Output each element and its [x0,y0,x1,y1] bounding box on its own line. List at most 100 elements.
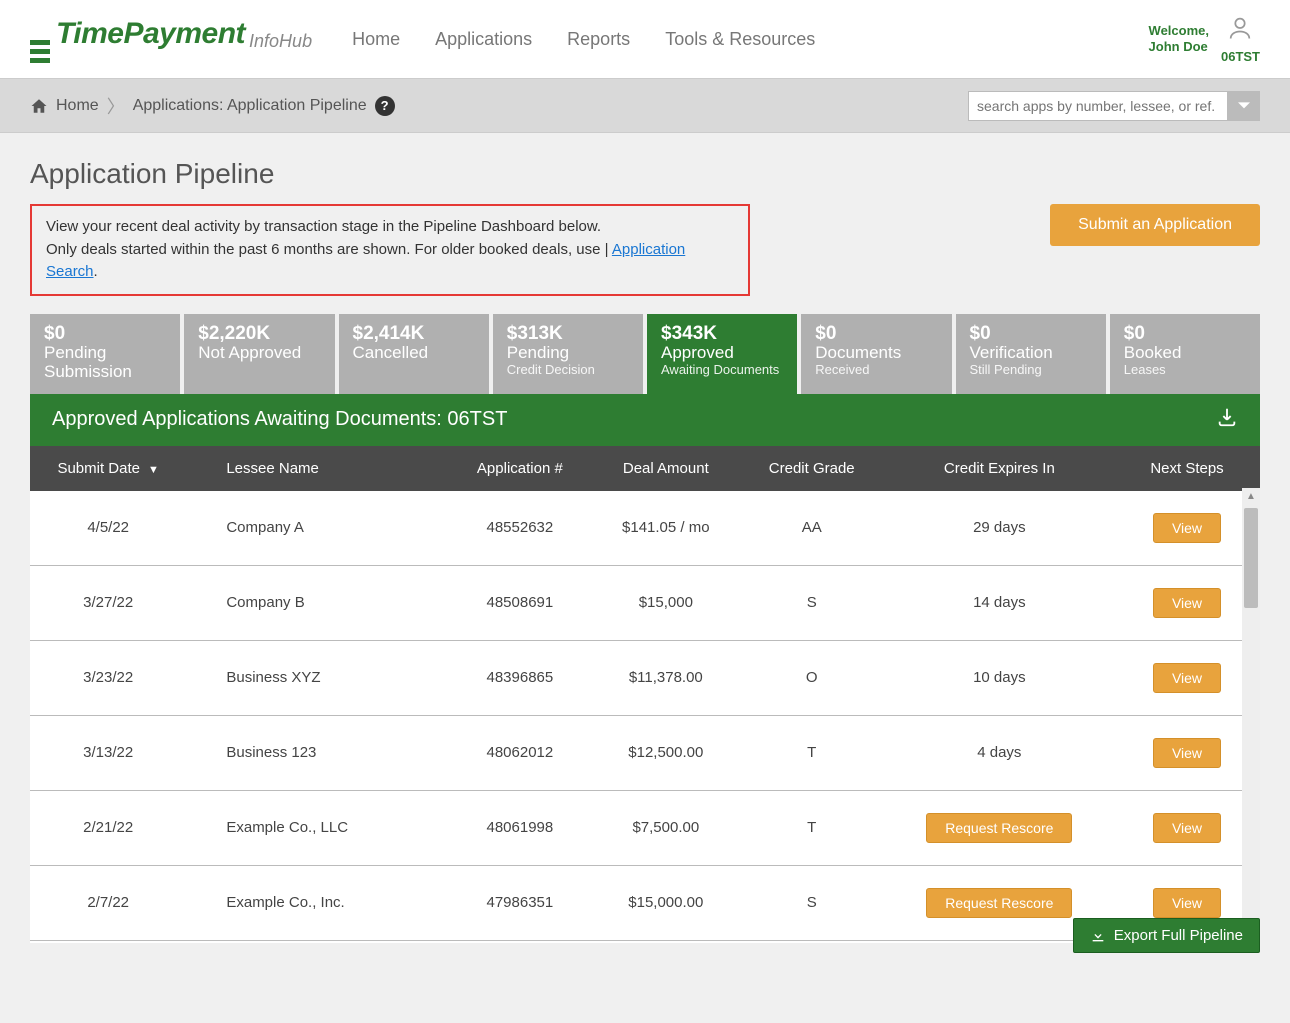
main-content: Application Pipeline View your recent de… [0,133,1290,1023]
nav-home[interactable]: Home [352,29,400,50]
pipeline-tab-7[interactable]: $0BookedLeases [1110,314,1260,394]
cell-lessee: Company A [186,491,447,566]
col-amount[interactable]: Deal Amount [593,446,739,491]
cell-action: View [1114,715,1260,790]
view-button[interactable]: View [1153,663,1221,693]
request-rescore-button[interactable]: Request Rescore [926,888,1072,918]
col-next-steps[interactable]: Next Steps [1114,446,1260,491]
search-wrap [968,91,1260,121]
cell-application: 48061998 [447,790,593,865]
table-body: 4/5/22Company A48552632$141.05 / moAA29 … [30,491,1260,943]
pipeline-tab-4[interactable]: $343KApprovedAwaiting Documents [647,314,797,394]
help-icon[interactable]: ? [375,96,395,116]
cell-grade: U [739,940,885,943]
cell-grade: T [739,790,885,865]
logo-text: TimePayment [56,17,245,51]
search-input[interactable] [968,91,1228,121]
home-icon [30,97,48,115]
logo-bars-icon [30,40,50,63]
pipeline-tab-5[interactable]: $0DocumentsReceived [801,314,951,394]
cell-date: 3/27/22 [30,565,186,640]
col-grade[interactable]: Credit Grade [739,446,885,491]
cell-amount: $12,500.00 [593,715,739,790]
view-button[interactable]: View [1153,513,1221,543]
pipeline-tabs: $0Pending Submission$2,220KNot Approved$… [30,314,1260,394]
cell-application: 47975321 [447,940,593,943]
view-button[interactable]: View [1153,738,1221,768]
scrollbar[interactable]: ▲ ▼ [1242,488,1260,943]
cell-application: 48508691 [447,565,593,640]
col-expires[interactable]: Credit Expires In [885,446,1114,491]
cell-application: 48552632 [447,491,593,566]
col-lessee[interactable]: Lessee Name [186,446,447,491]
cell-amount: $5,000.00 [593,940,739,943]
cell-date: 2/21/22 [30,790,186,865]
cell-application: 48396865 [447,640,593,715]
breadcrumb-current: Applications: Application Pipeline [133,97,367,115]
pipeline-tab-1[interactable]: $2,220KNot Approved [184,314,334,394]
welcome-block: Welcome, John Doe 06TST [1149,14,1260,64]
table-wrap: Submit Date▼ Lessee Name Application # D… [30,446,1260,943]
download-icon[interactable] [1216,406,1238,434]
intro-box: View your recent deal activity by transa… [30,204,750,296]
cell-date: 4/5/22 [30,491,186,566]
table-row: 2/21/22Example Co., LLC48061998$7,500.00… [30,790,1260,865]
search-dropdown-button[interactable] [1228,91,1260,121]
col-application[interactable]: Application # [447,446,593,491]
cell-application: 48062012 [447,715,593,790]
main-nav: Home Applications Reports Tools & Resour… [352,29,815,50]
cell-lessee: Example Co., LLC [186,790,447,865]
user-code: 06TST [1221,49,1260,64]
scroll-up-icon[interactable]: ▲ [1242,488,1260,506]
breadcrumb-separator-icon: 〉 [107,93,125,119]
cell-action: View [1114,491,1260,566]
request-rescore-button[interactable]: Request Rescore [926,813,1072,843]
cell-action: View [1114,565,1260,640]
table-row: 3/23/22Business XYZ48396865$11,378.00O10… [30,640,1260,715]
col-submit-date[interactable]: Submit Date▼ [30,446,186,491]
cell-amount: $141.05 / mo [593,491,739,566]
logo-subtext: InfoHub [249,31,312,52]
cell-expires: Request Rescore [885,790,1114,865]
cell-expires: 4 days [885,715,1114,790]
nav-tools[interactable]: Tools & Resources [665,29,815,50]
view-button[interactable]: View [1153,813,1221,843]
sort-desc-icon: ▼ [148,464,159,476]
user-avatar-block[interactable]: 06TST [1221,14,1260,64]
cell-action: View [1114,790,1260,865]
table-row: 4/5/22Company A48552632$141.05 / moAA29 … [30,491,1260,566]
scroll-thumb[interactable] [1244,508,1258,608]
export-full-pipeline-button[interactable]: Export Full Pipeline [1073,918,1260,953]
cell-lessee: Example Co., Inc. [186,865,447,940]
nav-reports[interactable]: Reports [567,29,630,50]
cell-grade: O [739,640,885,715]
cell-date: 2/7/22 [30,865,186,940]
cell-lessee: Company C [186,940,447,943]
breadcrumb-home[interactable]: Home [56,97,99,115]
view-button[interactable]: View [1153,588,1221,618]
view-button[interactable]: View [1153,888,1221,918]
pipeline-tab-0[interactable]: $0Pending Submission [30,314,180,394]
cell-expires: 29 days [885,491,1114,566]
cell-lessee: Business XYZ [186,640,447,715]
pipeline-tab-3[interactable]: $313KPendingCredit Decision [493,314,643,394]
table-header: Submit Date▼ Lessee Name Application # D… [30,446,1260,491]
cell-grade: AA [739,491,885,566]
breadcrumb-bar: Home 〉 Applications: Application Pipelin… [0,78,1290,133]
table-row: 3/27/22Company B48508691$15,000S14 daysV… [30,565,1260,640]
cell-expires: 14 days [885,565,1114,640]
cell-lessee: Business 123 [186,715,447,790]
cell-amount: $15,000.00 [593,865,739,940]
cell-grade: T [739,715,885,790]
nav-applications[interactable]: Applications [435,29,532,50]
section-title: Approved Applications Awaiting Documents… [52,408,507,431]
pipeline-tab-2[interactable]: $2,414KCancelled [339,314,489,394]
app-header: TimePayment InfoHub Home Applications Re… [0,0,1290,78]
page-title: Application Pipeline [30,158,1260,190]
intro-line1: View your recent deal activity by transa… [46,216,734,239]
cell-amount: $11,378.00 [593,640,739,715]
logo[interactable]: TimePayment InfoHub [30,17,312,61]
pipeline-tab-6[interactable]: $0VerificationStill Pending [956,314,1106,394]
submit-application-button[interactable]: Submit an Application [1050,204,1260,246]
cell-amount: $7,500.00 [593,790,739,865]
